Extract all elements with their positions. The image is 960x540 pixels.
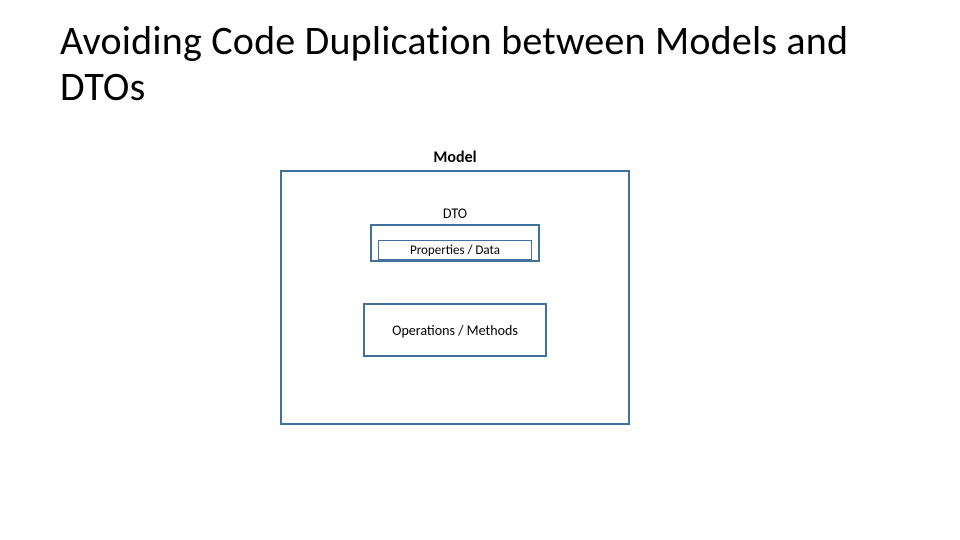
- dto-label: DTO: [370, 205, 540, 222]
- model-label: Model: [280, 148, 630, 167]
- operations-methods-label: Operations / Methods: [392, 322, 518, 339]
- properties-data-box: Properties / Data: [378, 240, 532, 260]
- properties-data-label: Properties / Data: [410, 243, 500, 258]
- slide: Avoiding Code Duplication between Models…: [0, 0, 960, 540]
- operations-methods-box: Operations / Methods: [363, 303, 547, 357]
- page-title: Avoiding Code Duplication between Models…: [60, 18, 900, 110]
